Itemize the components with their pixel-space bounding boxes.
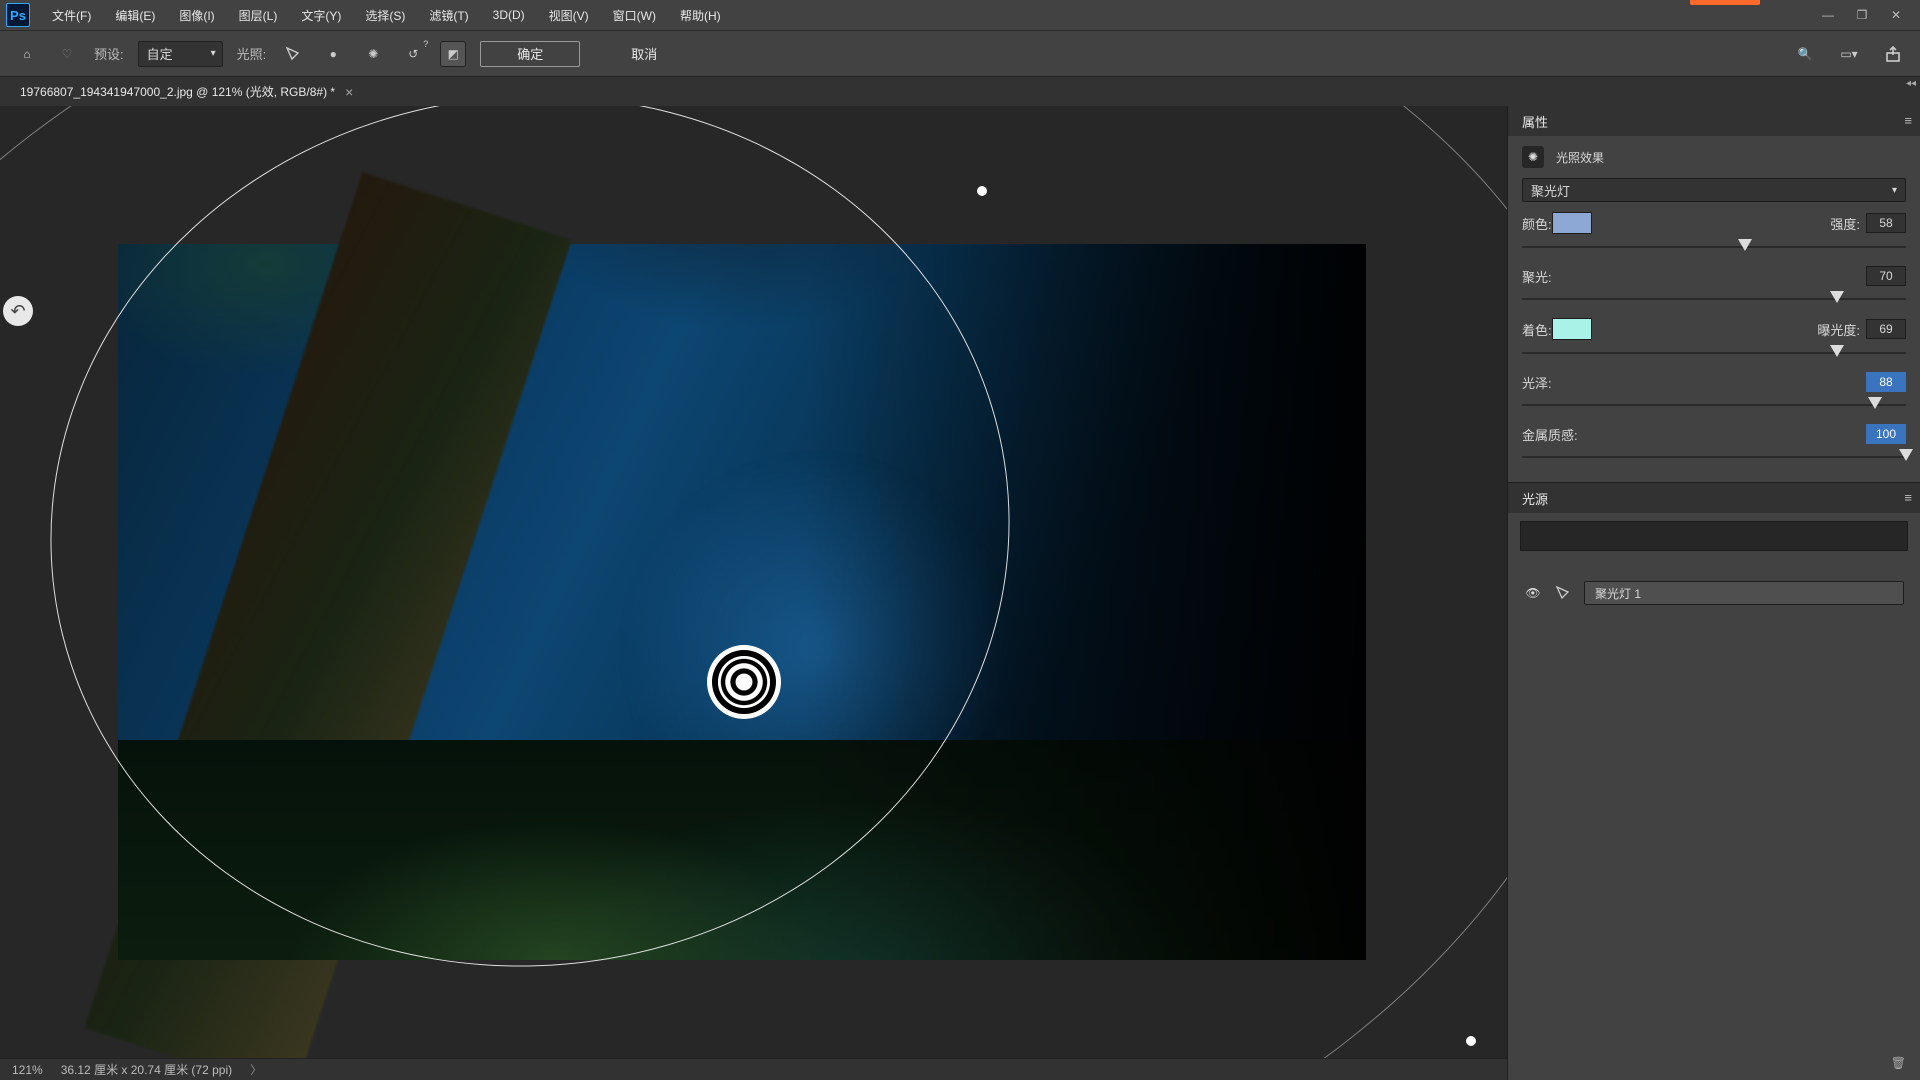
lights-panel-title: 光源 <box>1522 489 1548 508</box>
gloss-label: 光泽: <box>1522 373 1552 392</box>
preset-value: 自定 <box>147 44 173 63</box>
metallic-label: 金属质感: <box>1522 425 1578 444</box>
rotate-knob[interactable]: ↶ <box>3 296 33 326</box>
window-controls: — ❐ ✕ <box>1818 5 1920 25</box>
document-info[interactable]: 36.12 厘米 x 20.74 厘米 (72 ppi) <box>61 1061 232 1078</box>
menu-type[interactable]: 文字(Y) <box>289 1 353 30</box>
intensity-slider[interactable] <box>1522 238 1906 256</box>
metallic-slider[interactable] <box>1522 448 1906 466</box>
preset-label: 预设: <box>94 44 124 63</box>
lights-panel-body: 👁 聚光灯 1 <box>1508 513 1920 619</box>
tint-label: 着色: <box>1522 320 1552 339</box>
menu-bar: Ps 文件(F) 编辑(E) 图像(I) 图层(L) 文字(Y) 选择(S) 滤… <box>0 0 1920 30</box>
spot-label: 聚光: <box>1522 267 1552 286</box>
workspace-switch-icon[interactable]: ▭▾ <box>1836 41 1862 67</box>
metallic-value[interactable]: 100 <box>1866 424 1906 444</box>
document-tab[interactable]: 19766807_194341947000_2.jpg @ 121% (光效, … <box>10 77 363 107</box>
chevron-down-icon: ▾ <box>1892 185 1897 196</box>
exposure-label: 曝光度: <box>1817 320 1860 339</box>
home-icon[interactable]: ⌂ <box>14 41 40 67</box>
status-bar: 121% 36.12 厘米 x 20.74 厘米 (72 ppi) 〉 <box>0 1058 1507 1080</box>
light-center-handle[interactable] <box>718 656 770 708</box>
reset-icon[interactable]: ↺? <box>400 41 426 67</box>
spot-light-icon <box>1554 584 1572 602</box>
share-icon[interactable] <box>1880 41 1906 67</box>
menu-help[interactable]: 帮助(H) <box>668 1 733 30</box>
cancel-button[interactable]: 取消 <box>594 41 694 67</box>
color-label: 颜色: <box>1522 214 1552 233</box>
menu-layer[interactable]: 图层(L) <box>227 1 290 30</box>
light-bottom-handle[interactable] <box>1466 1036 1476 1046</box>
minimize-button[interactable]: — <box>1818 5 1838 25</box>
zoom-level[interactable]: 121% <box>12 1063 43 1077</box>
tab-close-icon[interactable]: × <box>345 84 353 100</box>
right-option-tools: 🔍 ▭▾ <box>1792 41 1906 67</box>
menu-window[interactable]: 窗口(W) <box>601 1 668 30</box>
preset-select[interactable]: 自定 ▾ <box>138 41 223 67</box>
fx-title: 光照效果 <box>1556 149 1604 166</box>
gloss-value[interactable]: 88 <box>1866 372 1906 392</box>
close-button[interactable]: ✕ <box>1886 5 1906 25</box>
spot-slider[interactable] <box>1522 290 1906 308</box>
info-chevron-icon[interactable]: 〉 <box>250 1061 262 1078</box>
spot-value[interactable]: 70 <box>1866 266 1906 286</box>
panel-menu-icon[interactable]: ≡ <box>1904 113 1912 128</box>
intensity-value[interactable]: 58 <box>1866 213 1906 233</box>
menu-file[interactable]: 文件(F) <box>40 1 103 30</box>
properties-panel-tab[interactable]: 属性 ≡ <box>1508 106 1920 136</box>
trash-icon[interactable]: 🗑 <box>1891 1056 1906 1070</box>
light-top-handle[interactable] <box>977 186 987 196</box>
search-icon[interactable]: 🔍 <box>1792 41 1818 67</box>
app-logo: Ps <box>6 3 30 27</box>
image-shadow <box>804 244 1366 960</box>
exposure-slider[interactable] <box>1522 344 1906 362</box>
chevron-down-icon: ▾ <box>211 48 216 59</box>
color-swatch[interactable] <box>1552 212 1592 234</box>
panel-menu-icon[interactable]: ≡ <box>1904 490 1912 505</box>
infinite-light-icon[interactable]: ✺ <box>360 41 386 67</box>
visibility-icon[interactable]: 👁 <box>1524 584 1542 602</box>
menu-3d[interactable]: 3D(D) <box>481 2 537 28</box>
slider-thumb[interactable] <box>1899 449 1913 461</box>
lights-preview-strip <box>1520 521 1908 551</box>
image-canvas[interactable] <box>118 244 1366 960</box>
confirm-button[interactable]: 确定 <box>480 41 580 67</box>
lighting-effects-icon: ✺ <box>1522 146 1544 168</box>
menu-select[interactable]: 选择(S) <box>353 1 417 30</box>
document-tab-title: 19766807_194341947000_2.jpg @ 121% (光效, … <box>20 83 335 100</box>
menu-view[interactable]: 视图(V) <box>537 1 601 30</box>
light-name-field[interactable]: 聚光灯 1 <box>1584 581 1904 605</box>
slider-thumb[interactable] <box>1830 291 1844 303</box>
spot-light-icon[interactable] <box>280 41 306 67</box>
notification-indicator <box>1690 0 1760 5</box>
menu-edit[interactable]: 编辑(E) <box>103 1 167 30</box>
slider-thumb[interactable] <box>1830 345 1844 357</box>
light-type-value: 聚光灯 <box>1531 181 1570 200</box>
slider-thumb[interactable] <box>1738 239 1752 251</box>
panel-collapse-icon[interactable]: ◂◂ <box>1906 78 1916 89</box>
tint-swatch[interactable] <box>1552 318 1592 340</box>
lights-panel-tab[interactable]: 光源 ≡ <box>1508 483 1920 513</box>
exposure-value[interactable]: 69 <box>1866 319 1906 339</box>
maximize-button[interactable]: ❐ <box>1852 5 1872 25</box>
light-list-item[interactable]: 👁 聚光灯 1 <box>1520 579 1908 607</box>
options-bar: ⌂ ♡ 预设: 自定 ▾ 光照: ● ✺ ↺? ◩ 确定 取消 🔍 ▭▾ <box>0 30 1920 76</box>
preview-icon[interactable]: ◩ <box>440 41 466 67</box>
document-tab-bar: 19766807_194341947000_2.jpg @ 121% (光效, … <box>0 76 1920 106</box>
intensity-label: 强度: <box>1830 214 1860 233</box>
menu-image[interactable]: 图像(I) <box>167 1 226 30</box>
right-panel-column: 属性 ≡ ✺ 光照效果 聚光灯 ▾ 颜色: 强度: 58 聚光: 70 着色: … <box>1507 106 1920 1080</box>
point-light-icon[interactable]: ● <box>320 41 346 67</box>
properties-panel-title: 属性 <box>1522 112 1548 131</box>
light-type-select[interactable]: 聚光灯 ▾ <box>1522 178 1906 202</box>
properties-panel-body: ✺ 光照效果 聚光灯 ▾ 颜色: 强度: 58 聚光: 70 着色: 曝光度: … <box>1508 136 1920 482</box>
bulb-icon[interactable]: ♡ <box>54 41 80 67</box>
menu-filter[interactable]: 滤镜(T) <box>417 1 480 30</box>
light-label: 光照: <box>237 44 267 63</box>
slider-thumb[interactable] <box>1868 397 1882 409</box>
gloss-slider[interactable] <box>1522 396 1906 414</box>
canvas-area[interactable]: ↶ <box>0 106 1507 1058</box>
